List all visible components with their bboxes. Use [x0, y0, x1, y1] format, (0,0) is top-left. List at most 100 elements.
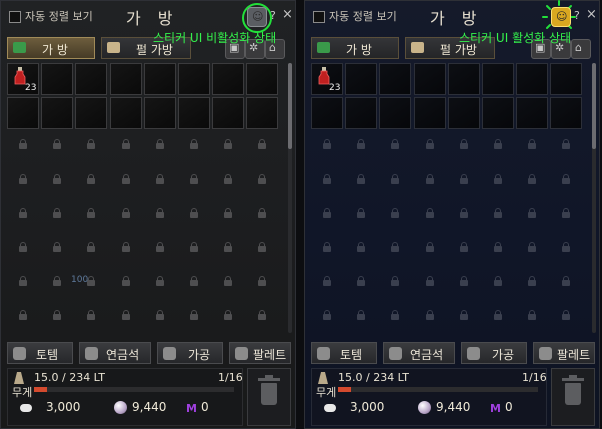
process-button[interactable]: 가공	[461, 342, 527, 364]
process-button[interactable]: 가공	[157, 342, 223, 364]
lock-icon	[357, 139, 365, 149]
lock-icon	[258, 139, 266, 149]
inventory-slot[interactable]	[550, 97, 582, 129]
lock-icon	[426, 208, 434, 218]
inventory-slot[interactable]: 23	[7, 63, 39, 95]
alchemy-stone-button[interactable]: 연금석	[383, 342, 455, 364]
inventory-slot[interactable]	[516, 97, 548, 129]
auto-sort-label: 자동 정렬 보기	[25, 10, 93, 23]
lock-icon	[258, 276, 266, 286]
lock-icon	[258, 242, 266, 252]
inventory-slot[interactable]	[75, 63, 107, 95]
inventory-slot[interactable]	[448, 97, 480, 129]
inventory-slot[interactable]	[246, 97, 278, 129]
inventory-slot[interactable]	[212, 97, 244, 129]
lock-icon	[19, 174, 27, 184]
inventory-slot[interactable]	[41, 63, 73, 95]
inventory-slot[interactable]	[110, 63, 142, 95]
title-bar[interactable]: 자동 정렬 보기 가 방 ☺ ? ×	[305, 0, 599, 29]
lock-icon	[19, 276, 27, 286]
inventory-slot[interactable]: 23	[311, 63, 343, 95]
lock-icon	[156, 276, 164, 286]
inventory-slot[interactable]	[246, 63, 278, 95]
locked-inventory-slot	[212, 200, 244, 232]
tab-bag[interactable]: 가 방	[311, 37, 399, 59]
lock-icon	[190, 174, 198, 184]
inventory-slot[interactable]	[178, 97, 210, 129]
window-title: 가 방	[430, 9, 483, 28]
inventory-slot[interactable]	[482, 97, 514, 129]
lock-icon	[357, 208, 365, 218]
inventory-slot[interactable]	[212, 63, 244, 95]
inventory-slot[interactable]	[144, 63, 176, 95]
help-icon[interactable]: ?	[574, 9, 580, 22]
inventory-slot[interactable]	[550, 63, 582, 95]
inventory-scrollbar[interactable]	[592, 63, 596, 333]
inventory-slot[interactable]	[7, 97, 39, 129]
trash-button[interactable]	[551, 368, 595, 426]
lock-icon	[528, 242, 536, 252]
annotation-label: 스티커 UI 비활성화 상태	[153, 31, 277, 45]
inventory-slot[interactable]	[311, 97, 343, 129]
close-icon[interactable]: ×	[586, 7, 597, 22]
inventory-slot[interactable]	[41, 97, 73, 129]
inventory-slot[interactable]	[75, 97, 107, 129]
trash-icon	[261, 383, 277, 405]
lock-icon	[19, 139, 27, 149]
locked-inventory-slot	[75, 302, 107, 334]
auto-sort-label: 자동 정렬 보기	[329, 10, 397, 23]
sticker-icon[interactable]: ☺	[551, 7, 571, 27]
inventory-slot[interactable]	[379, 63, 411, 95]
lock-icon	[53, 242, 61, 252]
locked-inventory-slot	[178, 200, 210, 232]
lock-icon	[528, 139, 536, 149]
inventory-scrollbar[interactable]	[288, 63, 292, 333]
locked-inventory-slot	[311, 131, 343, 163]
palette-button[interactable]: 팔레트	[533, 342, 595, 364]
locked-inventory-slot	[144, 166, 176, 198]
inventory-slot[interactable]	[110, 97, 142, 129]
auto-sort-checkbox[interactable]	[9, 11, 21, 23]
scroll-thumb[interactable]	[592, 63, 596, 149]
inventory-slot[interactable]	[144, 97, 176, 129]
lock-icon	[224, 139, 232, 149]
inventory-slot[interactable]	[178, 63, 210, 95]
auto-sort-checkbox[interactable]	[313, 11, 325, 23]
inventory-slot[interactable]	[448, 63, 480, 95]
scroll-thumb[interactable]	[288, 63, 292, 149]
lock-icon	[426, 276, 434, 286]
locked-inventory-slot	[311, 302, 343, 334]
lock-icon	[258, 208, 266, 218]
help-icon[interactable]: ?	[270, 9, 276, 22]
inventory-slot[interactable]	[414, 97, 446, 129]
inventory-slot[interactable]	[516, 63, 548, 95]
locked-inventory-slot	[379, 302, 411, 334]
palette-button[interactable]: 팔레트	[229, 342, 291, 364]
locked-inventory-slot	[75, 234, 107, 266]
inventory-slot[interactable]	[345, 63, 377, 95]
weight-bar	[34, 387, 234, 392]
tab-bag[interactable]: 가 방	[7, 37, 95, 59]
inventory-slot[interactable]	[414, 63, 446, 95]
silver-icon	[20, 404, 32, 412]
inventory-slot[interactable]	[379, 97, 411, 129]
trash-button[interactable]	[247, 368, 291, 426]
close-icon[interactable]: ×	[282, 7, 293, 22]
lock-icon	[323, 310, 331, 320]
inventory-slot[interactable]	[345, 97, 377, 129]
locked-inventory-slot	[246, 166, 278, 198]
lock-icon	[460, 242, 468, 252]
lock-icon	[156, 139, 164, 149]
alchemy-stone-button[interactable]: 연금석	[79, 342, 151, 364]
locked-inventory-slot	[550, 234, 582, 266]
inventory-slot[interactable]	[482, 63, 514, 95]
title-bar[interactable]: 자동 정렬 보기 가 방 ☺ ? ×	[1, 1, 295, 33]
locked-inventory-slot	[110, 234, 142, 266]
locked-inventory-slot	[482, 234, 514, 266]
lock-icon	[190, 208, 198, 218]
lock-icon	[528, 208, 536, 218]
totem-button[interactable]: 토템	[7, 342, 73, 364]
house-icon[interactable]: ⌂	[571, 39, 591, 59]
sticker-icon[interactable]: ☺	[247, 7, 267, 27]
totem-button[interactable]: 토템	[311, 342, 377, 364]
